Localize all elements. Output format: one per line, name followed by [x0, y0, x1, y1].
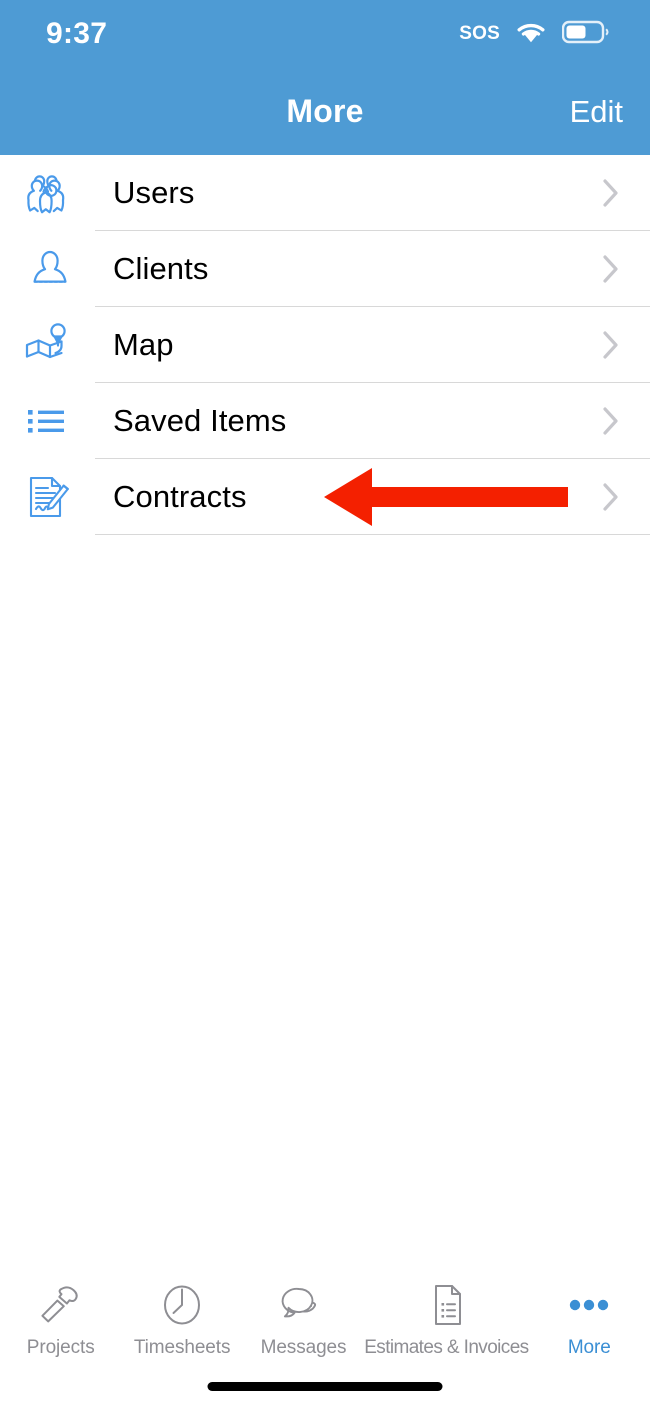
tab-estimates-invoices[interactable]: Estimates & Invoices — [364, 1273, 529, 1359]
edit-button[interactable]: Edit — [570, 94, 623, 130]
home-indicator — [207, 1382, 443, 1391]
chevron-right-icon — [600, 176, 622, 210]
status-indicators: SOS — [459, 19, 610, 50]
document-list-icon — [420, 1279, 472, 1331]
list-item-map[interactable]: Map — [0, 307, 650, 383]
chevron-right-icon — [600, 404, 622, 438]
chevron-right-icon — [600, 252, 622, 286]
wifi-icon — [513, 19, 549, 50]
list-item-label: Clients — [113, 251, 209, 286]
list-item-label: Saved Items — [113, 403, 287, 438]
tab-projects[interactable]: Projects — [0, 1273, 121, 1359]
list-item-label: Map — [113, 327, 174, 362]
list-item-clients[interactable]: Clients — [0, 231, 650, 307]
tab-more[interactable]: More — [529, 1273, 650, 1359]
tab-bar: Projects Timesheets Messages Estimates &… — [0, 1262, 650, 1407]
tab-messages[interactable]: Messages — [243, 1273, 364, 1359]
bulleted-list-icon — [19, 390, 81, 452]
map-pin-icon — [19, 314, 81, 376]
sos-label: SOS — [459, 23, 500, 44]
tab-timesheets[interactable]: Timesheets — [121, 1273, 242, 1359]
status-time: 9:37 — [46, 17, 108, 50]
list-item-contracts[interactable]: Contracts — [0, 459, 650, 535]
list-item-label: Contracts — [113, 479, 247, 514]
page-title: More — [286, 93, 364, 129]
clock-icon — [156, 1279, 208, 1331]
list-item-label: Users — [113, 175, 195, 210]
app-screen: 9:37 SOS More Edit Users Clients Map Sav… — [0, 0, 650, 1407]
status-bar: 9:37 SOS — [0, 0, 650, 68]
tab-label: Messages — [260, 1337, 347, 1358]
more-menu-list: Users Clients Map Saved Items Contracts — [0, 155, 650, 535]
speech-bubbles-icon — [277, 1279, 331, 1331]
chevron-right-icon — [600, 480, 622, 514]
ellipsis-icon — [563, 1279, 615, 1331]
users-group-icon — [19, 162, 81, 224]
hammer-icon — [35, 1279, 87, 1331]
contract-signature-icon — [19, 466, 81, 528]
tab-label: Timesheets — [133, 1337, 231, 1358]
person-icon — [19, 238, 81, 300]
list-item-users[interactable]: Users — [0, 155, 650, 231]
row-separator — [95, 534, 650, 535]
tab-label: More — [567, 1337, 611, 1358]
tab-label: Estimates & Invoices — [364, 1337, 529, 1358]
chevron-right-icon — [600, 328, 622, 362]
nav-bar: More Edit — [0, 68, 650, 155]
tab-label: Projects — [26, 1337, 95, 1358]
list-item-saved-items[interactable]: Saved Items — [0, 383, 650, 459]
battery-icon — [561, 20, 610, 49]
header-bar: 9:37 SOS More Edit — [0, 0, 650, 155]
